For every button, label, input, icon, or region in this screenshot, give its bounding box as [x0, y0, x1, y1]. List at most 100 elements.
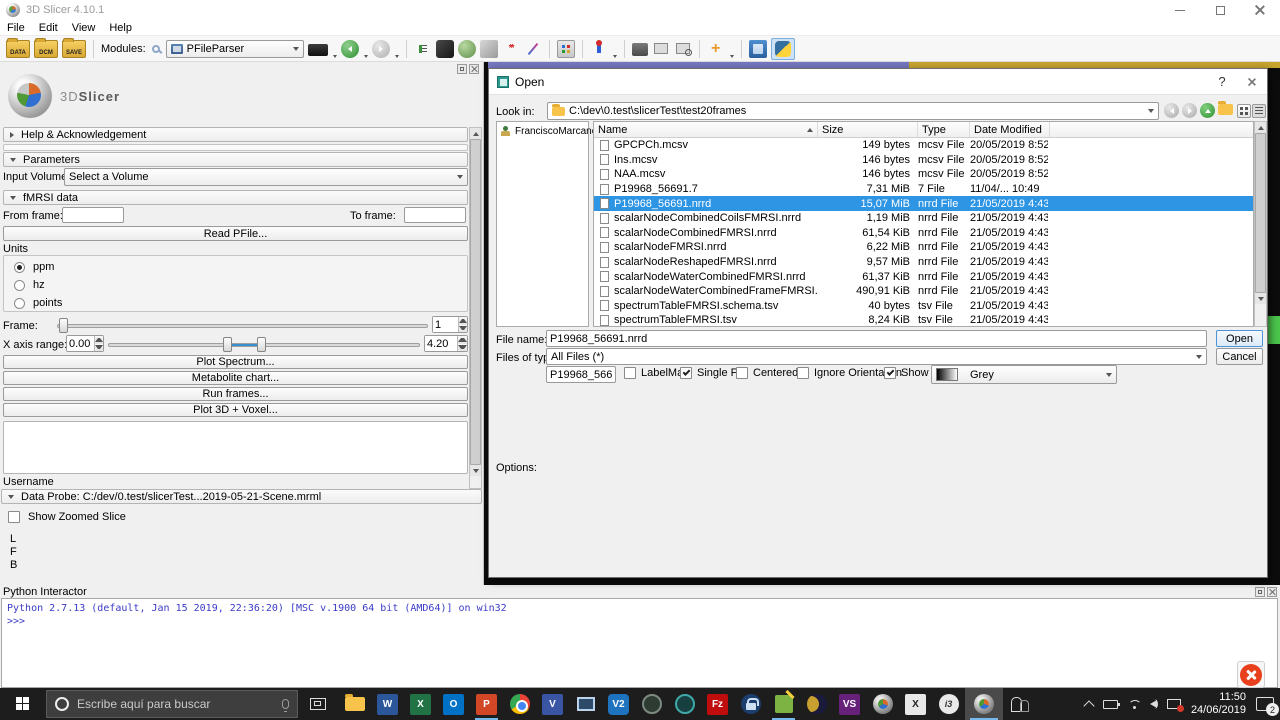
pin-caret-icon[interactable] [613, 55, 617, 58]
taskbar-app-filezilla[interactable]: Fz [701, 688, 734, 720]
menu-file[interactable]: File [0, 20, 32, 36]
network-error-icon[interactable] [1167, 699, 1181, 709]
frame-slider-handle[interactable] [59, 318, 68, 333]
plot-3d-voxel-button[interactable]: Plot 3D + Voxel... [3, 403, 468, 417]
file-row[interactable]: scalarNodeWaterCombinedFrameFMRSI.nrrd49… [594, 284, 1253, 299]
battery-icon[interactable] [1103, 700, 1118, 709]
close-panel-icon[interactable] [469, 64, 479, 74]
radio-hz[interactable]: hz [14, 279, 467, 291]
float-console-icon[interactable] [1255, 587, 1265, 597]
taskbar-app-i3[interactable]: i3 [932, 688, 965, 720]
file-row[interactable]: GPCPCh.mcsv149 bytesmcsv File20/05/2019 … [594, 138, 1253, 153]
taskbar-app-file-explorer[interactable] [338, 688, 371, 720]
xaxis-max-value[interactable] [425, 336, 457, 351]
file-row[interactable]: spectrumTableFMRSI.schema.tsv40 bytestsv… [594, 299, 1253, 314]
taskbar-app-visual-studio[interactable]: VS [833, 688, 866, 720]
close-popup-button[interactable] [1237, 661, 1265, 688]
menu-help[interactable]: Help [102, 20, 139, 36]
frame-value[interactable] [433, 317, 458, 332]
panel-scrollbar[interactable] [469, 127, 482, 489]
show-zoomed-slice-checkbox[interactable]: Show Zoomed Slice [8, 511, 126, 523]
taskbar-app-eclipse[interactable] [800, 688, 833, 720]
cancel-button[interactable]: Cancel [1216, 348, 1263, 365]
sidebar-item-user[interactable]: FranciscoMarcano [497, 122, 588, 141]
file-name-input[interactable] [546, 330, 1207, 347]
taskbar-app-x-server[interactable]: X [899, 688, 932, 720]
scene-view-icon[interactable] [652, 40, 670, 58]
forward-caret-icon[interactable] [395, 55, 399, 58]
taskbar-app-science-badge[interactable] [635, 688, 668, 720]
extensions-manager-icon[interactable] [749, 40, 767, 58]
dicom-icon[interactable]: DCM [34, 40, 58, 58]
back-caret-icon[interactable] [364, 55, 368, 58]
xaxis-max-handle[interactable] [257, 337, 266, 352]
scroll-down-icon[interactable] [470, 465, 481, 476]
volume-icon[interactable] [1150, 700, 1157, 708]
models-module-icon[interactable] [458, 40, 476, 58]
taskbar-app-powerpoint[interactable]: P [470, 688, 503, 720]
start-button[interactable] [0, 688, 46, 720]
new-folder-button[interactable] [1218, 104, 1233, 115]
file-row[interactable]: scalarNodeCombinedFMRSI.nrrd61,54 KiBnrr… [594, 226, 1253, 241]
radio-points[interactable]: points [14, 297, 467, 309]
scroll-up-icon[interactable] [1255, 122, 1266, 133]
volumes-module-icon[interactable] [436, 40, 454, 58]
maximize-button[interactable] [1200, 0, 1240, 20]
annotations-pencil-icon[interactable] [524, 40, 542, 58]
layout-grid-icon[interactable] [557, 40, 575, 58]
file-row-selected[interactable]: P19968_56691.nrrd15,07 MiBnrrd File21/05… [594, 196, 1253, 211]
module-search-icon[interactable] [152, 45, 160, 53]
metabolite-chart-button[interactable]: Metabolite chart... [3, 371, 468, 385]
microphone-icon[interactable] [282, 699, 289, 709]
xaxis-max-spinbox[interactable] [424, 335, 468, 352]
taskbar-app-excel[interactable]: X [404, 688, 437, 720]
taskbar-search[interactable]: Escribe aquí para buscar [46, 690, 298, 718]
volume-rendering-icon[interactable] [480, 40, 498, 58]
xaxis-min-value[interactable] [67, 336, 94, 351]
layout-caret-icon[interactable] [333, 55, 337, 58]
column-header-size[interactable]: Size [818, 122, 918, 137]
xaxis-min-spinbox[interactable] [66, 335, 104, 352]
file-row[interactable]: scalarNodeReshapedFMRSI.nrrd9,57 MiBnrrd… [594, 255, 1253, 270]
python-console[interactable]: Python 2.7.13 (default, Jan 15 2019, 22:… [1, 598, 1278, 688]
dialog-help-button[interactable]: ? [1207, 71, 1237, 93]
markups-icon[interactable]: ** [502, 40, 520, 58]
scrollbar-thumb[interactable] [470, 139, 481, 465]
crosshair-caret-icon[interactable] [730, 55, 734, 58]
file-list-scrollbar[interactable] [1254, 121, 1267, 327]
taskbar-clock[interactable]: 11:50 24/06/2019 [1191, 691, 1246, 717]
modules-combobox[interactable]: PFileParser [166, 40, 304, 58]
list-view-button[interactable] [1237, 104, 1251, 118]
menu-view[interactable]: View [65, 20, 103, 36]
file-row[interactable]: NAA.mcsv146 bytesmcsv File20/05/2019 8:5… [594, 167, 1253, 182]
pin-icon[interactable] [590, 40, 608, 58]
input-volume-combobox[interactable]: Select a Volume [64, 168, 468, 186]
taskbar-app-remote-desktop[interactable] [569, 688, 602, 720]
taskbar-people-button[interactable] [1003, 688, 1036, 720]
frame-spinbox[interactable] [432, 316, 468, 333]
xaxis-range-slider[interactable] [108, 343, 420, 347]
scene-view-capture-icon[interactable] [674, 40, 692, 58]
file-row[interactable]: Ins.mcsv146 bytesmcsv File20/05/2019 8:5… [594, 153, 1253, 168]
float-panel-icon[interactable] [457, 64, 467, 74]
python-console-button[interactable] [771, 38, 795, 60]
colormap-combobox[interactable]: Grey [931, 365, 1117, 384]
taskbar-app-outlook[interactable]: O [437, 688, 470, 720]
show-checkbox[interactable]: Show [884, 367, 929, 379]
minimize-button[interactable] [1160, 0, 1200, 20]
section-data-probe[interactable]: Data Probe: C:/dev/0.test/slicerTest...2… [1, 489, 482, 504]
run-frames-button[interactable]: Run frames... [3, 387, 468, 401]
column-header-date[interactable]: Date Modified [970, 122, 1050, 137]
frame-slider[interactable] [57, 324, 428, 328]
file-row[interactable]: P19968_56691.77,31 MiB7 File11/04/... 10… [594, 182, 1253, 197]
crosshair-icon[interactable]: + [707, 40, 725, 58]
xaxis-min-handle[interactable] [223, 337, 232, 352]
module-history-icon[interactable] [414, 40, 432, 58]
section-help-acknowledgement[interactable]: Help & Acknowledgement [3, 127, 468, 142]
taskbar-app-v2[interactable]: V2 [602, 688, 635, 720]
screenshot-icon[interactable] [632, 43, 648, 56]
back-button[interactable] [1164, 103, 1179, 118]
file-row[interactable]: spectrumTableFMRSI.tsv8,24 KiBtsv File21… [594, 313, 1253, 328]
scroll-up-icon[interactable] [470, 128, 481, 139]
username-textarea[interactable] [3, 421, 468, 474]
